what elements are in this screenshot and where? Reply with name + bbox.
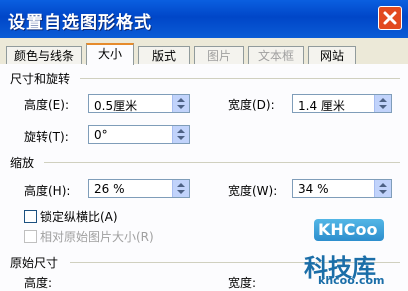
scale-height-value: 26 % [94,182,125,196]
section-original: 原始尺寸 [10,256,59,270]
tab-size[interactable]: 大小 [86,43,134,65]
tab-textbox: 文本框 [248,46,304,64]
rotation-value: 0° [94,128,108,142]
scale-width-value: 34 % [298,182,329,196]
watermark-logo: KHCoo [314,219,384,241]
tab-picture: 图片 [194,46,244,64]
scale-height-spinbox[interactable]: 26 % [88,179,190,198]
spin-arrows-icon[interactable] [374,180,391,197]
dialog-title: 设置自选图形格式 [8,13,152,33]
original-width-label: 宽度: [228,276,257,290]
watermark-url: khcoo.com [318,274,385,287]
tab-colors-lines[interactable]: 颜色与线条 [6,46,82,64]
height-spinbox[interactable]: 0.5厘米 [88,94,190,113]
rotation-label: 旋转(T): [24,130,69,144]
height-value: 0.5厘米 [94,99,138,113]
original-height-label: 高度: [24,276,53,290]
relative-size-label: 相对原始图片大小(R) [40,230,154,244]
spin-arrows-icon[interactable] [374,95,391,112]
rotation-spinbox[interactable]: 0° [88,125,190,144]
lock-aspect-checkbox[interactable] [24,210,37,223]
title-bar: 设置自选图形格式 [0,0,408,38]
separator [80,78,400,79]
spin-arrows-icon[interactable] [172,126,189,143]
section-scale: 缩放 [10,156,35,170]
scale-width-label: 宽度(W): [228,184,278,198]
width-spinbox[interactable]: 1.4 厘米 [292,94,392,113]
section-size-rotate: 尺寸和旋转 [10,72,71,86]
close-button[interactable] [378,6,402,30]
tab-layout[interactable]: 版式 [138,46,190,64]
relative-size-checkbox [24,230,37,243]
tab-web[interactable]: 网站 [308,46,356,64]
tab-strip: 颜色与线条 大小 版式 图片 文本框 网站 [0,40,408,65]
width-label: 宽度(D): [228,98,275,112]
scale-height-label: 高度(H): [24,184,71,198]
width-value: 1.4 厘米 [298,99,345,113]
lock-aspect-label[interactable]: 锁定纵横比(A) [40,208,118,225]
spin-arrows-icon[interactable] [172,95,189,112]
separator [44,162,400,163]
spin-arrows-icon[interactable] [172,180,189,197]
scale-width-spinbox[interactable]: 34 % [292,179,392,198]
height-label: 高度(E): [24,98,69,112]
